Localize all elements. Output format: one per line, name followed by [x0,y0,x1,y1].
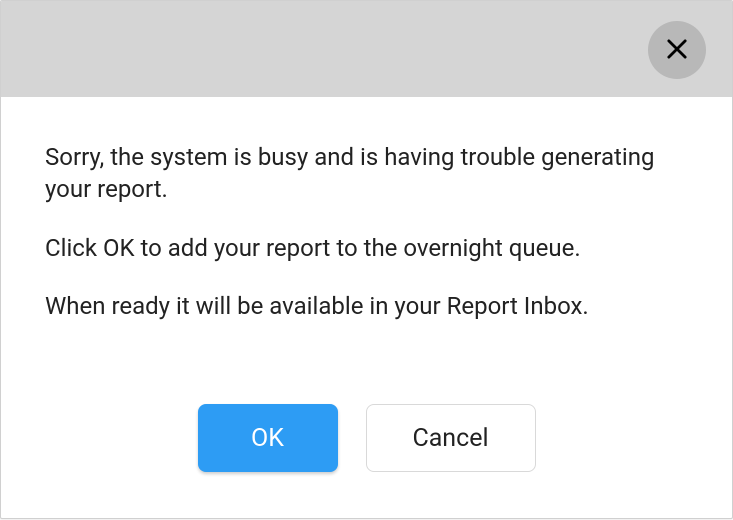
dialog-body: Sorry, the system is busy and is having … [1,97,732,394]
dialog-message-1: Sorry, the system is busy and is having … [45,141,688,206]
close-icon [663,35,691,66]
close-button[interactable] [648,21,706,79]
dialog-message-3: When ready it will be available in your … [45,290,688,322]
dialog-message-2: Click OK to add your report to the overn… [45,232,688,264]
cancel-button[interactable]: Cancel [366,404,536,472]
alert-dialog: Sorry, the system is busy and is having … [0,0,733,519]
ok-button[interactable]: OK [198,404,338,472]
dialog-footer: OK Cancel [1,394,732,518]
dialog-header [1,1,732,97]
